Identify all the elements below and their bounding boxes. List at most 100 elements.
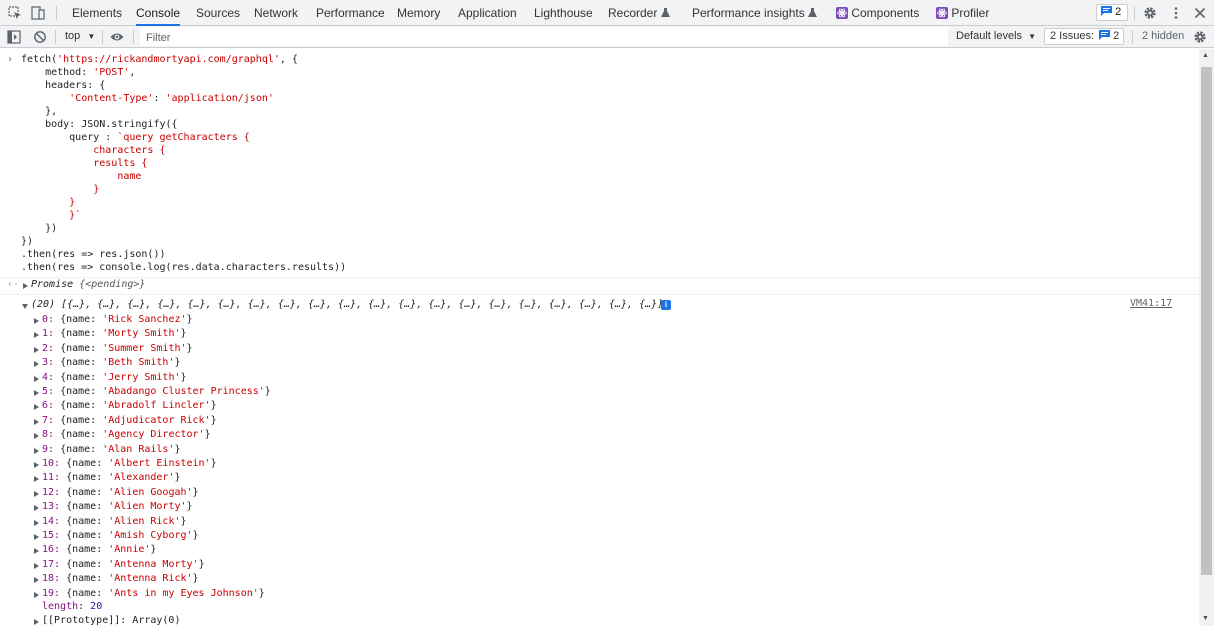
tab-lighthouse[interactable]: Lighthouse: [534, 0, 593, 26]
array-item[interactable]: 0: {name: 'Rick Sanchez'}: [42, 313, 193, 326]
more-options-icon[interactable]: [1169, 6, 1183, 20]
code-line: headers: {: [21, 80, 106, 91]
array-item[interactable]: 1: {name: 'Morty Smith'}: [42, 327, 187, 340]
tab-performance-insights[interactable]: Performance insights: [692, 0, 818, 26]
react-icon: [836, 7, 848, 19]
prototype-property[interactable]: [[Prototype]]: Array(0): [42, 614, 180, 626]
filter-input[interactable]: [141, 29, 947, 47]
expand-triangle-icon[interactable]: [34, 433, 39, 440]
tab-performance[interactable]: Performance: [316, 0, 385, 26]
array-item-prefix: {name:: [66, 486, 109, 498]
array-summary[interactable]: (20) [{…}, {…}, {…}, {…}, {…}, {…}, {…},…: [31, 298, 663, 311]
expand-triangle-icon[interactable]: [34, 534, 39, 540]
array-item[interactable]: 18: {name: 'Antenna Rick'}: [42, 572, 199, 585]
array-item[interactable]: 14: {name: 'Alien Rick'}: [42, 515, 187, 528]
expand-triangle-icon[interactable]: [34, 577, 39, 584]
array-item[interactable]: 8: {name: 'Agency Director'}: [42, 428, 211, 441]
expand-triangle-icon[interactable]: [34, 361, 39, 368]
array-item-name: 'Amish Cyborg': [108, 530, 193, 541]
show-sidebar-icon[interactable]: [7, 30, 21, 44]
array-item[interactable]: 13: {name: 'Alien Morty'}: [42, 500, 193, 513]
tab-recorder[interactable]: Recorder: [608, 0, 670, 26]
array-item[interactable]: 5: {name: 'Abadango Cluster Princess'}: [42, 385, 271, 398]
expand-triangle-icon[interactable]: [34, 591, 39, 598]
inspect-element-icon[interactable]: [8, 6, 22, 20]
tab-recorder-label: Recorder: [608, 6, 658, 20]
tab-elements[interactable]: Elements: [72, 0, 122, 26]
log-levels-dropdown[interactable]: Default levels ▼: [956, 26, 1036, 47]
array-item-index: 14:: [42, 515, 67, 527]
collapse-triangle-icon[interactable]: [22, 304, 28, 309]
issues-badge-button[interactable]: 2: [1096, 4, 1128, 21]
settings-gear-icon[interactable]: [1143, 6, 1157, 20]
array-item-name: 'Albert Einstein': [108, 458, 211, 469]
console-output[interactable]: › fetch('https://rickandmortyapi.com/gra…: [0, 49, 1199, 626]
promise-result[interactable]: Promise {<pending>}: [31, 278, 145, 291]
context-selector[interactable]: top ▼: [65, 26, 95, 47]
array-item[interactable]: 12: {name: 'Alien Googah'}: [42, 486, 199, 499]
expand-triangle-icon[interactable]: [34, 318, 39, 324]
array-item[interactable]: 9: {name: 'Alan Rails'}: [42, 443, 181, 456]
dropdown-arrow-icon: ▼: [1028, 32, 1037, 41]
device-toolbar-icon[interactable]: [31, 6, 45, 20]
length-property: length: 20: [42, 601, 103, 612]
tab-sources[interactable]: Sources: [196, 0, 240, 26]
dropdown-arrow-icon: ▼: [87, 32, 96, 41]
array-item-suffix: }: [180, 371, 187, 383]
code-line: .then(res => res.json()): [21, 249, 166, 260]
tab-console[interactable]: Console: [136, 0, 181, 26]
array-item-suffix: }: [186, 314, 193, 325]
issues-button[interactable]: 2 Issues: 2: [1044, 28, 1124, 45]
array-item[interactable]: 6: {name: 'Abradolf Lincler'}: [42, 399, 217, 412]
info-icon[interactable]: i: [661, 300, 671, 310]
array-item[interactable]: 11: {name: 'Alexander'}: [42, 471, 181, 484]
expand-triangle-icon[interactable]: [34, 418, 39, 425]
expand-triangle-icon[interactable]: [34, 505, 39, 512]
array-item[interactable]: 10: {name: 'Albert Einstein'}: [42, 457, 217, 470]
expand-triangle-icon[interactable]: [34, 390, 39, 396]
array-item[interactable]: 4: {name: 'Jerry Smith'}: [42, 371, 187, 384]
expand-triangle-icon[interactable]: [34, 375, 39, 382]
tab-memory[interactable]: Memory: [397, 0, 440, 26]
scrollbar-thumb[interactable]: [1201, 67, 1212, 575]
console-settings-gear-icon[interactable]: [1193, 30, 1207, 44]
scroll-up-arrow-icon[interactable]: ▲: [1202, 52, 1209, 59]
code-line: }): [21, 223, 58, 234]
array-item[interactable]: 15: {name: 'Amish Cyborg'}: [42, 529, 199, 542]
array-item-index: 0:: [42, 314, 61, 325]
array-item[interactable]: 2: {name: 'Summer Smith'}: [42, 342, 193, 355]
expand-triangle-icon[interactable]: [34, 619, 39, 625]
tab-profiler[interactable]: Profiler: [936, 0, 989, 26]
expand-triangle-icon[interactable]: [34, 476, 39, 483]
expand-triangle-icon[interactable]: [34, 332, 39, 339]
tab-performance-insights-label: Performance insights: [692, 6, 805, 20]
code-line: results {: [21, 158, 148, 169]
close-icon[interactable]: [1193, 6, 1207, 20]
expand-triangle-icon[interactable]: [34, 490, 39, 497]
expand-triangle-icon[interactable]: [23, 283, 28, 289]
array-item[interactable]: 7: {name: 'Adjudicator Rick'}: [42, 414, 217, 427]
array-item-suffix: }: [186, 342, 193, 354]
expand-triangle-icon[interactable]: [34, 404, 39, 411]
expand-triangle-icon[interactable]: [34, 447, 39, 454]
array-item[interactable]: 3: {name: 'Beth Smith'}: [42, 356, 181, 369]
tab-network[interactable]: Network: [254, 0, 298, 26]
array-item-index: 7:: [42, 414, 61, 426]
expand-triangle-icon[interactable]: [34, 462, 39, 468]
tab-components[interactable]: Components: [836, 0, 919, 26]
live-expression-eye-icon[interactable]: [110, 30, 124, 44]
array-item[interactable]: 19: {name: 'Ants in my Eyes Johnson'}: [42, 587, 265, 600]
clear-console-icon[interactable]: [33, 30, 47, 44]
array-item[interactable]: 16: {name: 'Annie'}: [42, 543, 156, 556]
source-link[interactable]: VM41:17: [1130, 298, 1172, 309]
tab-application[interactable]: Application: [458, 0, 517, 26]
expand-triangle-icon[interactable]: [34, 562, 39, 569]
expand-triangle-icon[interactable]: [34, 548, 39, 555]
array-item-prefix: {name:: [66, 458, 109, 469]
array-item[interactable]: 17: {name: 'Antenna Morty'}: [42, 558, 205, 571]
array-item-index: 15:: [42, 530, 67, 541]
scroll-down-arrow-icon[interactable]: ▼: [1202, 615, 1209, 622]
expand-triangle-icon[interactable]: [34, 346, 39, 353]
filter-box: [140, 27, 948, 47]
expand-triangle-icon[interactable]: [34, 519, 39, 526]
